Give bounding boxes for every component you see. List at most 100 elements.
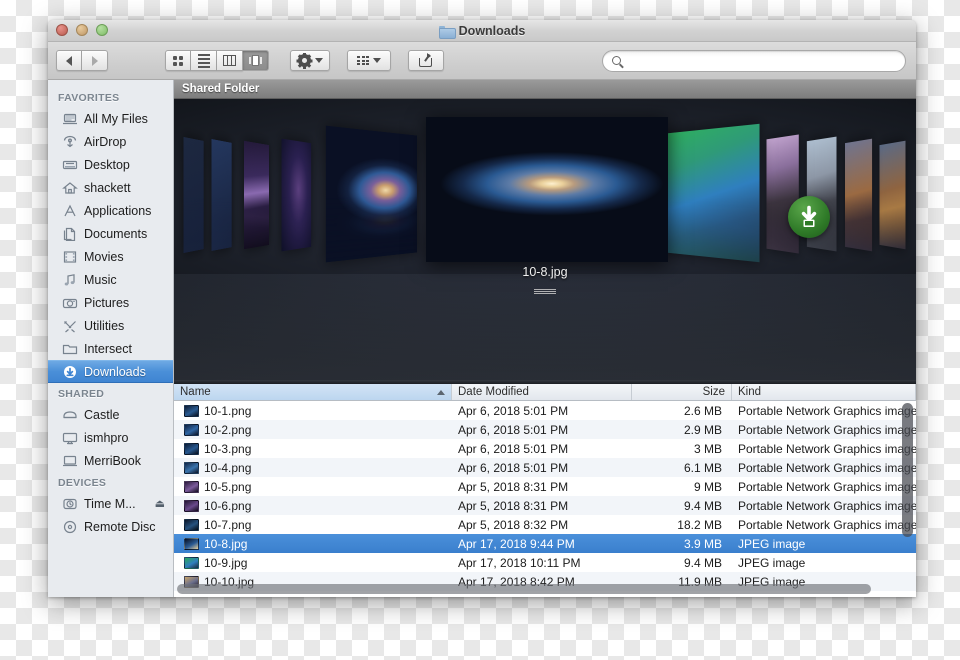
table-row[interactable]: 10-5.png Apr 5, 2018 8:31 PM 9 MB Portable … xyxy=(174,477,916,496)
cover-sierra[interactable] xyxy=(844,138,873,252)
chevron-down-icon xyxy=(373,58,381,63)
sidebar-item-music[interactable]: Music xyxy=(48,268,173,291)
sidebar-item-downloads[interactable]: Downloads xyxy=(48,360,173,383)
sidebar-item-pictures[interactable]: Pictures xyxy=(48,291,173,314)
cell-date-modified: Apr 6, 2018 5:01 PM xyxy=(458,460,569,475)
maximize-button[interactable] xyxy=(96,24,108,36)
sidebar-item-intersect[interactable]: Intersect xyxy=(48,337,173,360)
sidebar-item-label: Utilities xyxy=(84,318,125,333)
sidebar-item-remote-disc[interactable]: Remote Disc xyxy=(48,515,173,538)
sidebar-item-airdrop[interactable]: AirDrop xyxy=(48,130,173,153)
share-button[interactable] xyxy=(408,50,444,71)
downloads-icon xyxy=(62,365,78,379)
table-row[interactable]: 10-7.png Apr 5, 2018 8:32 PM 18.2 MB Portab… xyxy=(174,515,916,534)
table-row[interactable]: 10-4.png Apr 6, 2018 5:01 PM 6.1 MB Portabl… xyxy=(174,458,916,477)
coverflow-resize-grip[interactable] xyxy=(534,289,556,295)
sidebar-item-label: Pictures xyxy=(84,295,130,310)
finder-toolbar xyxy=(48,42,916,80)
horizontal-scrollbar[interactable] xyxy=(177,584,900,594)
sidebar-item-label: AirDrop xyxy=(84,134,127,149)
table-row[interactable]: 10-8.jpg Apr 17, 2018 9:44 PM 3.9 MB JPEG i… xyxy=(174,534,916,553)
eject-icon[interactable]: ⏏ xyxy=(155,497,165,510)
coverflow-view[interactable]: 10-8.jpg xyxy=(174,99,916,384)
search-field[interactable] xyxy=(602,49,906,72)
applications-icon xyxy=(62,204,78,218)
grid-icon xyxy=(173,55,183,66)
sidebar-item-castle[interactable]: Castle xyxy=(48,403,173,426)
forward-button[interactable] xyxy=(82,50,108,71)
table-row[interactable]: 10-3.png Apr 6, 2018 5:01 PM 3 MB Portable … xyxy=(174,439,916,458)
sidebar-item-time-machine[interactable]: Time M... ⏏ xyxy=(48,492,173,515)
chevron-down-icon xyxy=(314,58,323,63)
column-header-size[interactable]: Size xyxy=(632,384,732,400)
cover-yosemite[interactable] xyxy=(766,134,799,254)
file-name: 10-8.jpg xyxy=(204,536,248,551)
cell-kind: JPEG image xyxy=(738,536,806,551)
minimize-button[interactable] xyxy=(76,24,88,36)
sidebar-item-label: shackett xyxy=(84,180,131,195)
cell-name: 10-4.png xyxy=(174,461,452,475)
cell-name: 10-2.png xyxy=(174,423,452,437)
vertical-scrollbar-thumb[interactable] xyxy=(902,403,913,537)
sidebar-item-label: Applications xyxy=(84,203,152,218)
cover-far-left-2[interactable] xyxy=(211,139,232,251)
column-view-button[interactable] xyxy=(217,50,243,71)
file-list-header: Name Date Modified Size Kind xyxy=(174,384,916,401)
coverflow-selected-cover[interactable] xyxy=(426,117,668,262)
sidebar-item-label: ismhpro xyxy=(84,430,129,445)
cover-aurora[interactable] xyxy=(244,140,269,250)
cover-nebula[interactable] xyxy=(281,138,312,252)
cell-size: 3 MB xyxy=(693,441,722,456)
sidebar-item-all-my-files[interactable]: All My Files xyxy=(48,107,173,130)
cover-galaxy-left[interactable] xyxy=(325,125,418,263)
icon-view-button[interactable] xyxy=(165,50,191,71)
folder-icon xyxy=(438,25,456,39)
table-row[interactable]: 10-2.png Apr 6, 2018 5:01 PM 2.9 MB Portabl… xyxy=(174,420,916,439)
sidebar-item-utilities[interactable]: Utilities xyxy=(48,314,173,337)
sidebar-item-documents[interactable]: Documents xyxy=(48,222,173,245)
cell-date-modified: Apr 6, 2018 5:01 PM xyxy=(458,441,569,456)
action-gear-menu[interactable] xyxy=(290,50,330,71)
cover-mavericks-wave[interactable] xyxy=(665,123,760,263)
back-button[interactable] xyxy=(56,50,82,71)
table-row[interactable]: 10-6.png Apr 5, 2018 8:31 PM 9.4 MB Portabl… xyxy=(174,496,916,515)
coverflow-view-button[interactable] xyxy=(243,50,269,71)
list-view-button[interactable] xyxy=(191,50,217,71)
desktop-icon xyxy=(62,158,78,172)
sidebar-item-label: Intersect xyxy=(84,341,132,356)
search-input[interactable] xyxy=(626,53,896,68)
sidebar-item-shackett[interactable]: shackett xyxy=(48,176,173,199)
sidebar-item-ismhpro[interactable]: ismhpro xyxy=(48,426,173,449)
sidebar-section-devices-header: DEVICES xyxy=(58,477,107,489)
window-title-text: Downloads xyxy=(458,23,526,38)
music-icon xyxy=(62,273,78,287)
cell-name: 10-3.png xyxy=(174,442,452,456)
table-row[interactable]: 10-1.png Apr 6, 2018 5:01 PM 2.6 MB Portabl… xyxy=(174,401,916,420)
sidebar-item-desktop[interactable]: Desktop xyxy=(48,153,173,176)
table-row[interactable]: 10-9.jpg Apr 17, 2018 10:11 PM 9.4 MB JPEG … xyxy=(174,553,916,572)
vertical-scrollbar[interactable] xyxy=(902,403,913,581)
sidebar-item-movies[interactable]: Movies xyxy=(48,245,173,268)
movies-icon xyxy=(62,250,78,264)
share-icon xyxy=(419,53,433,67)
cell-kind: JPEG image xyxy=(738,555,806,570)
sidebar-item-merribook[interactable]: MerriBook xyxy=(48,449,173,472)
sidebar-item-applications[interactable]: Applications xyxy=(48,199,173,222)
cover-highsierra[interactable] xyxy=(879,140,906,250)
list-icon xyxy=(197,53,210,68)
cover-far-left-1[interactable] xyxy=(183,136,204,254)
view-mode-buttons xyxy=(165,50,269,71)
sidebar-item-label: Remote Disc xyxy=(84,519,156,534)
file-thumbnail-icon xyxy=(184,480,199,493)
horizontal-scrollbar-thumb[interactable] xyxy=(177,584,872,594)
file-name: 10-9.jpg xyxy=(204,555,248,570)
column-header-date-modified[interactable]: Date Modified xyxy=(452,384,632,400)
column-header-kind[interactable]: Kind xyxy=(732,384,916,400)
laptop-icon xyxy=(62,454,78,468)
arrange-menu[interactable] xyxy=(347,50,391,71)
sidebar-item-label: MerriBook xyxy=(84,453,141,468)
close-button[interactable] xyxy=(56,24,68,36)
file-name: 10-5.png xyxy=(204,479,252,494)
window-body: FAVORITES All My Files AirDrop Desktop s… xyxy=(48,80,916,597)
column-header-name[interactable]: Name xyxy=(174,384,452,400)
